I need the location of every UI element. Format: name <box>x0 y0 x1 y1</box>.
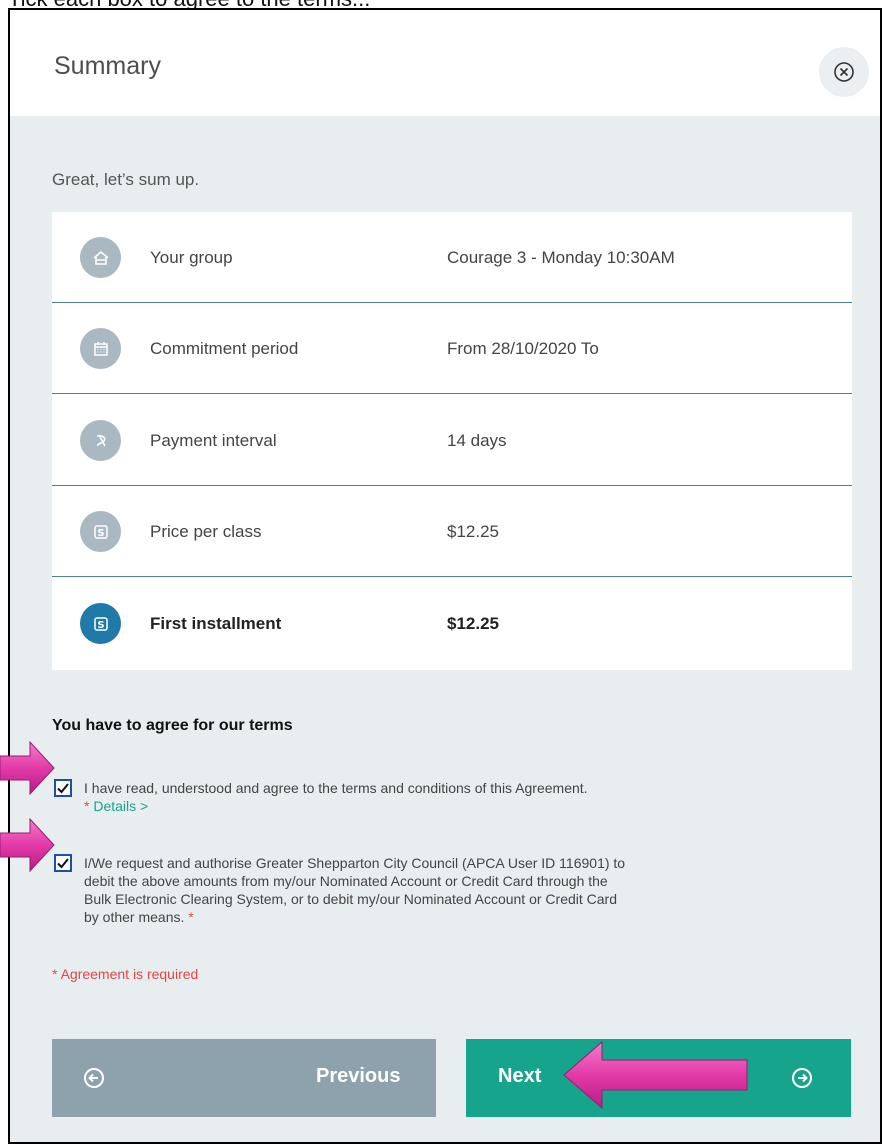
row-label: Payment interval <box>150 431 277 450</box>
arrow-left-circle-icon <box>84 1068 104 1088</box>
modal-body: Great, let’s sum up. Your group Courage … <box>10 116 880 1142</box>
agreement2-label: I/We request and authorise Greater Shepp… <box>84 854 824 926</box>
checkmark-icon <box>57 783 69 794</box>
annotation-arrow-icon <box>0 817 55 873</box>
agreement2-line: by other means. <box>84 909 185 925</box>
summary-row-group: Your group Courage 3 - Monday 10:30AM <box>52 212 852 303</box>
close-circle-icon <box>834 62 854 82</box>
agreement1-checkbox[interactable] <box>54 779 72 797</box>
close-button[interactable] <box>819 47 869 97</box>
summary-row-commitment: Commitment period From 28/10/2020 To <box>52 303 852 394</box>
dollar-icon: S <box>80 603 121 644</box>
row-divider <box>52 576 852 577</box>
arrow-right-circle-icon <box>792 1068 812 1088</box>
checkmark-icon <box>57 858 69 869</box>
row-value: Courage 3 - Monday 10:30AM <box>447 248 675 267</box>
previous-label: Previous <box>316 1065 401 1087</box>
summary-row-price: S Price per class $12.25 <box>52 486 852 577</box>
row-divider <box>52 393 852 394</box>
payment-interval-icon <box>80 420 121 461</box>
agreement2-checkbox[interactable] <box>54 854 72 872</box>
agreement1-text: I have read, understood and agree to the… <box>84 780 588 796</box>
summary-card: Your group Courage 3 - Monday 10:30AM Co… <box>52 212 852 670</box>
svg-text:S: S <box>97 528 104 539</box>
summary-modal: Summary Great, let’s sum up. Your group … <box>8 8 882 1144</box>
row-value: From 28/10/2020 To <box>447 339 599 358</box>
row-label: Price per class <box>150 522 262 541</box>
agreement2-line: I/We request and authorise Greater Shepp… <box>84 855 626 871</box>
svg-text:S: S <box>97 620 104 631</box>
summary-row-payment-interval: Payment interval 14 days <box>52 395 852 486</box>
required-mark: * <box>84 798 90 814</box>
row-value: $12.25 <box>447 522 499 541</box>
agreement-error: * Agreement is required <box>52 966 199 982</box>
row-value: 14 days <box>447 431 507 450</box>
annotation-arrow-icon <box>563 1040 748 1110</box>
agreement2-line: Bulk Electronic Clearing System, or to d… <box>84 891 618 907</box>
summary-row-first-installment: S First installment $12.25 <box>52 578 852 669</box>
details-link[interactable]: Details > <box>93 798 148 814</box>
row-label: Commitment period <box>150 339 299 358</box>
next-label: Next <box>498 1065 542 1087</box>
required-mark: * <box>188 909 194 925</box>
row-label: Your group <box>150 248 233 267</box>
row-value: $12.25 <box>447 614 499 633</box>
agreement1-label: I have read, understood and agree to the… <box>84 779 588 815</box>
modal-header: Summary <box>10 10 880 116</box>
lead-text: Great, let’s sum up. <box>52 170 200 189</box>
home-icon <box>80 237 121 278</box>
previous-button[interactable]: Previous <box>52 1039 436 1117</box>
annotation-arrow-icon <box>0 740 55 796</box>
agreement2-line: debit the above amounts from my/our Nomi… <box>84 873 608 889</box>
modal-title: Summary <box>54 52 161 80</box>
dollar-icon: S <box>80 511 121 552</box>
calendar-icon <box>80 328 121 369</box>
terms-heading: You have to agree for our terms <box>52 717 293 734</box>
row-label: First installment <box>150 614 282 633</box>
